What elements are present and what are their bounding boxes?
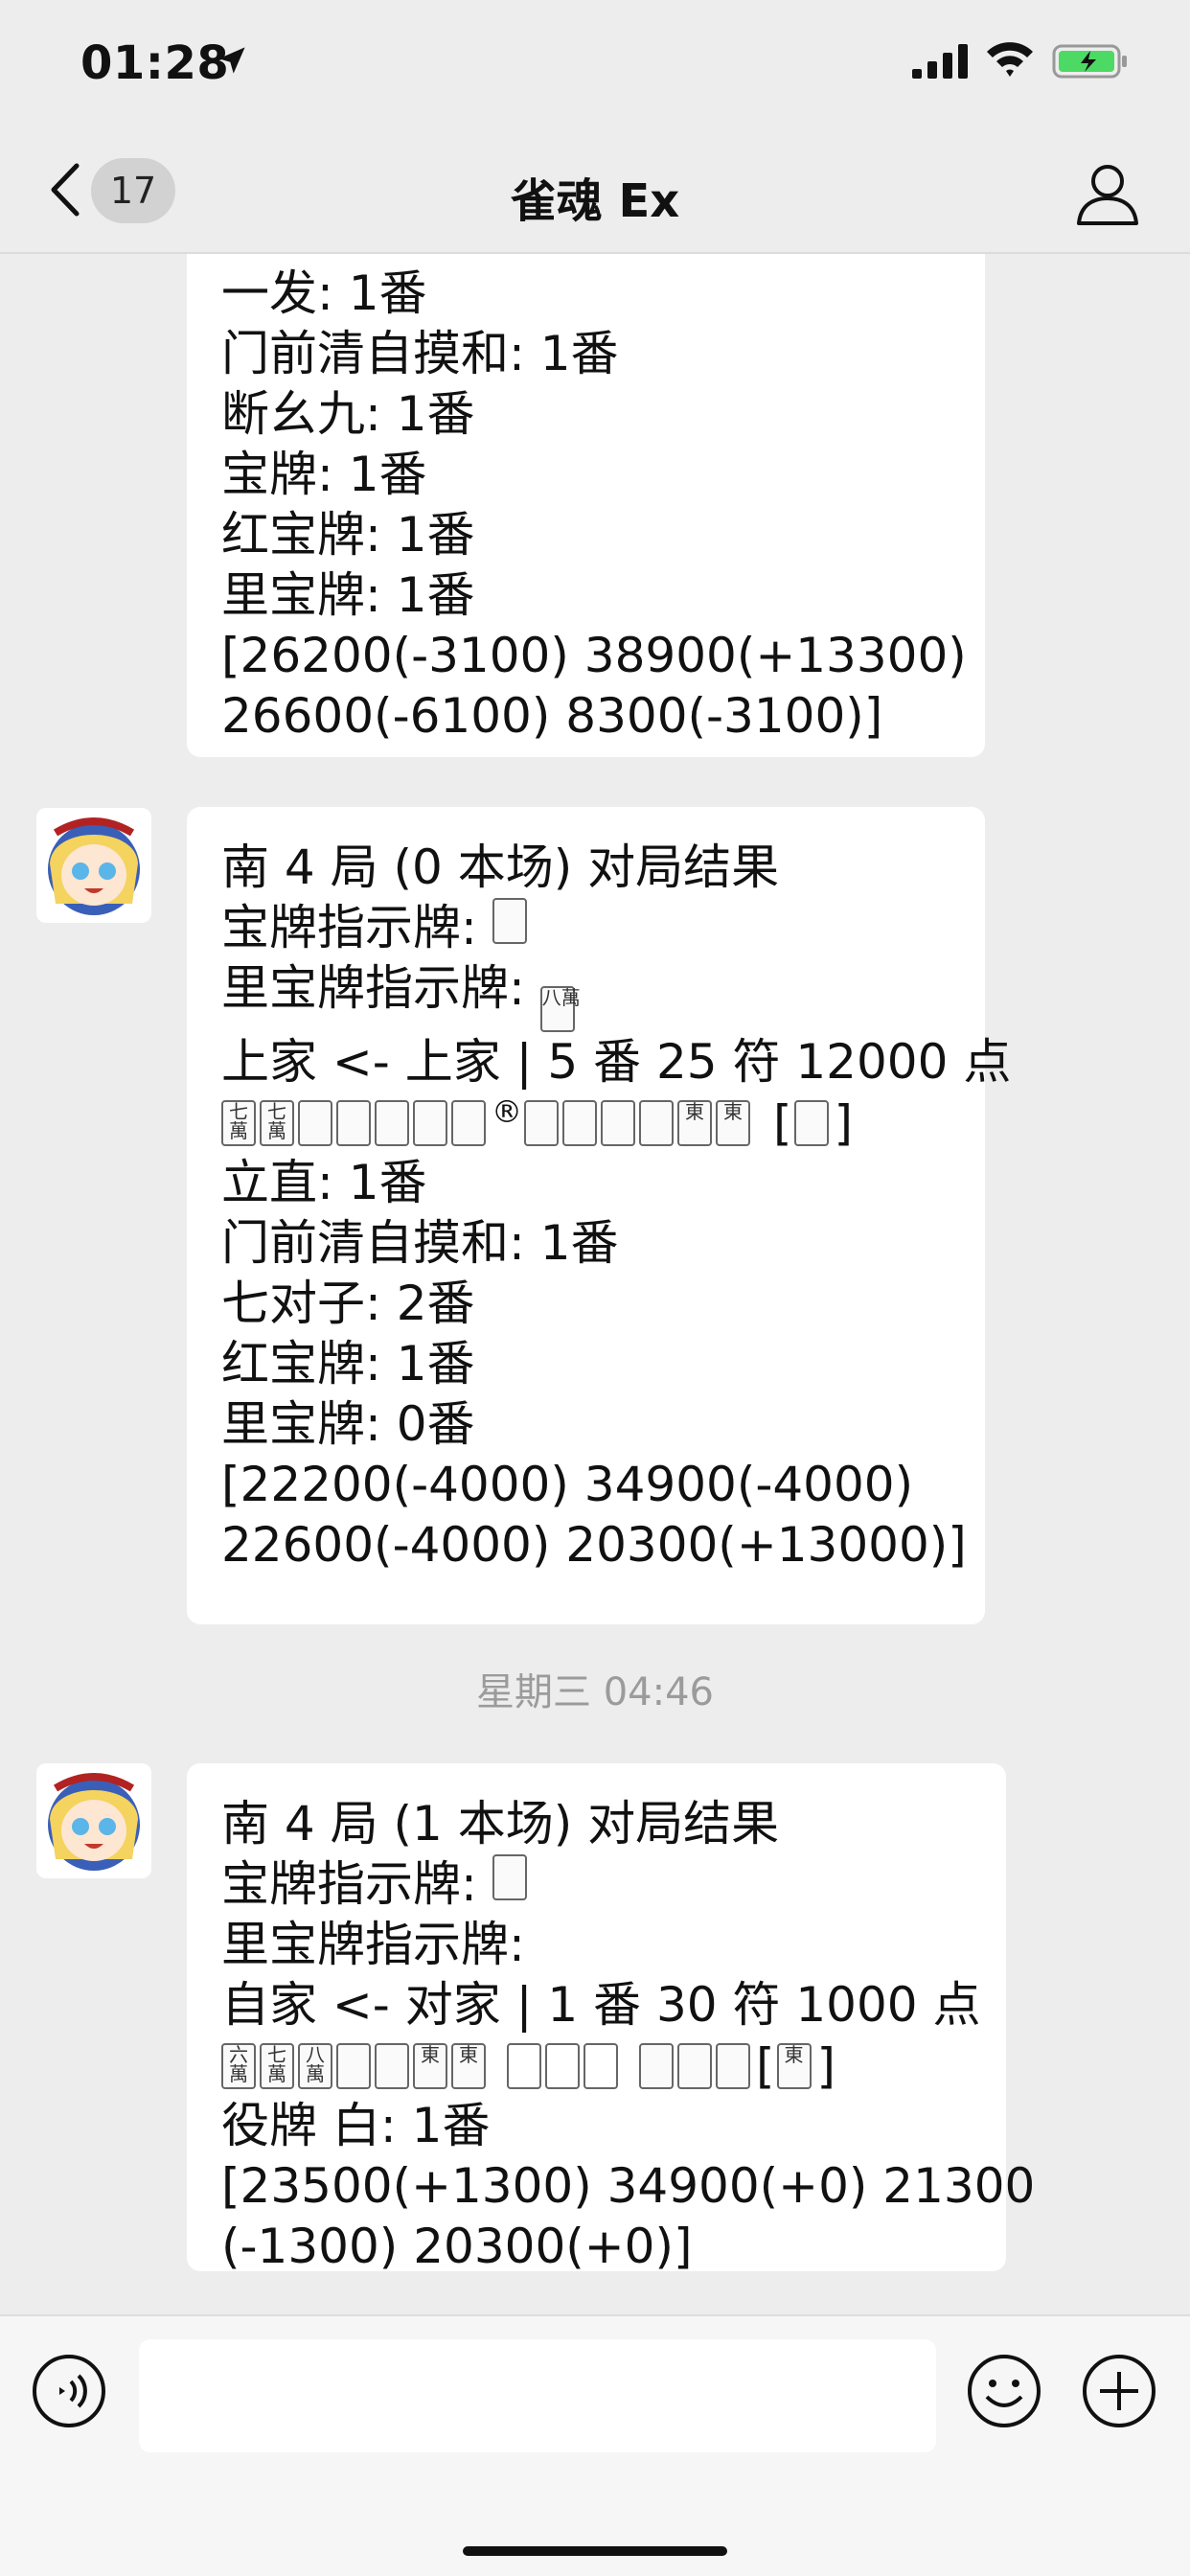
win-tile [793, 1099, 829, 1146]
message-line: 宝牌指示牌: [221, 898, 950, 958]
timestamp: 星期三 04:46 [476, 1670, 714, 1714]
message-line: [22200(-4000) 34900(-4000) [221, 1457, 914, 1512]
message-line: 上家 <- 上家 | 5 番 25 符 12000 点 [221, 1034, 1012, 1090]
dora-tile [492, 1854, 527, 1900]
ura-dora-tile: 八萬 [539, 986, 581, 1032]
hand-tile: 東 [677, 1099, 712, 1146]
message-line: 断幺九: 1番 [221, 386, 475, 442]
hand-tile [375, 2042, 409, 2089]
hand-tile: 七萬 [260, 2042, 294, 2089]
win-tile-bracket: [ [756, 2037, 775, 2094]
message-line: 南 4 局 (0 本场) 对局结果 [221, 840, 780, 895]
input-bar [0, 2314, 1190, 2576]
hand-tile: 東 [413, 2042, 447, 2089]
message-line: 22600(-4000) 20300(+13000)] [221, 1517, 967, 1573]
hand-tile [336, 2042, 371, 2089]
avatar-image [36, 1763, 151, 1878]
emoji-icon[interactable] [966, 2353, 1042, 2429]
win-tile-bracket: [ [773, 1094, 792, 1151]
message-line: 立直: 1番 [221, 1155, 427, 1210]
hand-tile [639, 1099, 674, 1146]
plus-icon[interactable] [1081, 2353, 1157, 2429]
location-arrow-icon [218, 47, 245, 74]
chat-title: 雀魂 Ex [510, 174, 680, 228]
hand-tile: 東 [451, 2042, 486, 2089]
hand-tile [601, 1099, 635, 1146]
dora-label: 宝牌指示牌: [221, 1856, 477, 1912]
message-line: (-1300) 20300(+0)] [221, 2219, 693, 2274]
profile-icon[interactable] [1073, 158, 1142, 227]
hand-tile: 七萬 [221, 1099, 256, 1146]
win-tile: 東 [776, 2042, 812, 2089]
message-input[interactable] [139, 2339, 936, 2452]
meld-tile [639, 2042, 674, 2089]
message-line: 一发: 1番 [221, 265, 427, 321]
message-line: 宝牌指示牌: [221, 1854, 972, 1915]
message-bubble[interactable]: 南 4 局 (0 本场) 对局结果 宝牌指示牌: 里宝牌指示牌: 八萬 上家 <… [187, 807, 1012, 1624]
meld-tile [507, 2042, 541, 2089]
hand-tile [451, 1099, 486, 1146]
hand-tile: 六萬 [221, 2042, 256, 2089]
message-line: 门前清自摸和: 1番 [221, 326, 619, 381]
win-tile-bracket: ] [834, 1094, 854, 1151]
message-line: 役牌 白: 1番 [221, 2098, 491, 2153]
hand-tile [298, 1099, 332, 1146]
status-time: 01:28 [80, 36, 230, 90]
hand-tiles: 七萬 七萬 ® 東 東 [ ] [221, 1092, 950, 1153]
chat-area[interactable]: 一发: 1番 门前清自摸和: 1番 断幺九: 1番 宝牌: 1番 红宝牌: 1番… [0, 254, 1190, 2314]
hand-tiles: 六萬 七萬 八萬 東 東 [ 東 ] [221, 2036, 972, 2096]
hand-tile [562, 1099, 597, 1146]
avatar[interactable] [36, 808, 151, 923]
hand-tile [413, 1099, 447, 1146]
hand-tile [336, 1099, 371, 1146]
message-line: [26200(-3100) 38900(+13300) [221, 628, 967, 683]
message-line: 里宝牌: 1番 [221, 567, 475, 623]
hand-tile: 東 [716, 1099, 750, 1146]
nav-bar: 17 雀魂 Ex [0, 129, 1190, 254]
avatar-image [36, 808, 151, 923]
meld-tile [584, 2042, 618, 2089]
message-line: 门前清自摸和: 1番 [221, 1215, 619, 1271]
meld-tile [677, 2042, 712, 2089]
message-line: 里宝牌: 0番 [221, 1396, 475, 1452]
message-line: 南 4 局 (1 本场) 对局结果 [221, 1796, 780, 1852]
message-line: 宝牌: 1番 [221, 447, 427, 502]
message-line: 26600(-6100) 8300(-3100)] [221, 688, 883, 744]
battery-icon [1052, 44, 1127, 79]
avatar[interactable] [36, 1763, 151, 1878]
hand-tile: 八萬 [298, 2042, 332, 2089]
win-tile-bracket: ] [816, 2037, 836, 2094]
wifi-icon [987, 42, 1033, 77]
hand-tile: 七萬 [260, 1099, 294, 1146]
message-line: 里宝牌指示牌: 八萬 [221, 958, 950, 1032]
signal-icon [912, 44, 968, 79]
dora-label: 宝牌指示牌: [221, 900, 477, 955]
message-line: 自家 <- 对家 | 1 番 30 符 1000 点 [221, 1977, 981, 2033]
message-line: [23500(+1300) 34900(+0) 21300 [221, 2158, 1036, 2214]
ura-dora-label: 里宝牌指示牌: [221, 960, 525, 1016]
message-line: 里宝牌指示牌: [221, 1917, 525, 1972]
hand-tile [375, 1099, 409, 1146]
message-bubble[interactable]: 南 4 局 (1 本场) 对局结果 宝牌指示牌: 里宝牌指示牌: 自家 <- 对… [187, 1763, 1036, 2274]
home-indicator [463, 2546, 727, 2556]
message-line: 七对子: 2番 [221, 1276, 475, 1331]
riichi-mark: ® [492, 1092, 522, 1130]
message-line: 红宝牌: 1番 [221, 1336, 475, 1392]
message-bubble[interactable]: 一发: 1番 门前清自摸和: 1番 断幺九: 1番 宝牌: 1番 红宝牌: 1番… [187, 254, 985, 757]
message-line: 红宝牌: 1番 [221, 507, 475, 563]
hand-tile [524, 1099, 559, 1146]
meld-tile [545, 2042, 580, 2089]
status-bar: 01:28 [0, 0, 1190, 129]
meld-tile [716, 2042, 750, 2089]
dora-tile [492, 898, 527, 944]
voice-icon[interactable] [31, 2353, 107, 2429]
